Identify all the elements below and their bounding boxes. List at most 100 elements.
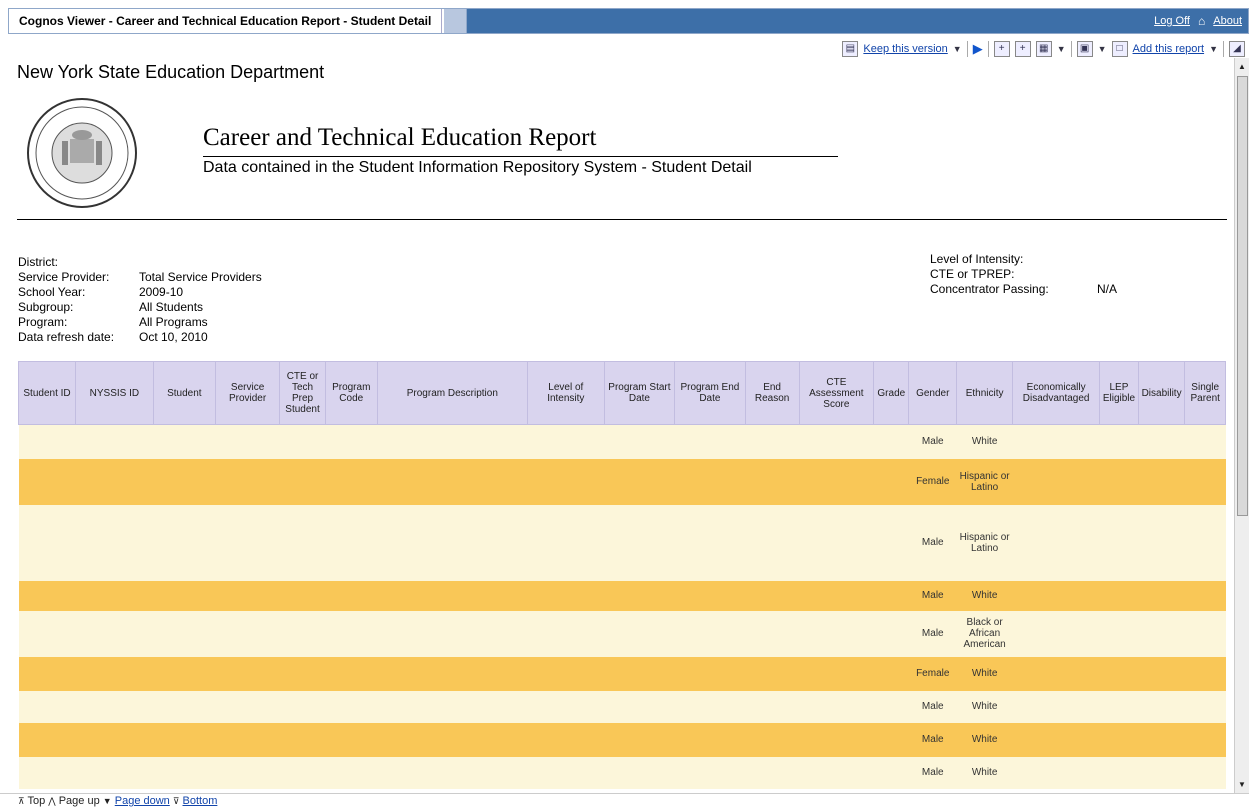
table-cell xyxy=(18,504,76,581)
table-cell xyxy=(325,424,378,459)
scroll-thumb[interactable] xyxy=(1237,76,1248,516)
table-cell xyxy=(18,424,76,459)
table-cell xyxy=(873,610,909,657)
logoff-link[interactable]: Log Off xyxy=(1154,15,1190,27)
drill-up-icon[interactable]: + xyxy=(1014,41,1031,57)
student-detail-table: Student ID NYSSIS ID Student Service Provid… xyxy=(17,361,1226,789)
table-cell xyxy=(325,656,378,691)
table-row: Male White xyxy=(18,756,1226,789)
table-cell xyxy=(799,656,874,691)
top-label: Top xyxy=(27,795,46,807)
table-cell xyxy=(279,580,326,611)
param-label: Level of Intensity: xyxy=(930,252,1024,266)
table-cell xyxy=(799,756,874,789)
table-header-row: Student ID NYSSIS ID Student Service Provid… xyxy=(17,361,1226,425)
table-cell xyxy=(1138,610,1185,657)
table-cell xyxy=(745,424,800,459)
table-cell xyxy=(1184,722,1226,757)
add-report-link[interactable]: Add this report xyxy=(1133,43,1205,55)
table-cell xyxy=(674,756,746,789)
table-cell xyxy=(873,458,909,505)
table-cell xyxy=(377,756,528,789)
table-row: Female Hispanic or Latino xyxy=(18,458,1226,505)
table-cell xyxy=(1138,504,1185,581)
title-rule xyxy=(203,156,838,157)
column-header: Service Provider xyxy=(214,361,281,425)
table-cell xyxy=(215,722,280,757)
table-cell xyxy=(75,458,154,505)
table-cell xyxy=(527,722,605,757)
table-cell xyxy=(153,504,216,581)
table-cell xyxy=(279,610,326,657)
table-cell xyxy=(604,656,675,691)
column-header: Level of Intensity xyxy=(526,361,605,425)
table-cell xyxy=(153,656,216,691)
table-cell xyxy=(377,580,528,611)
table-cell xyxy=(1099,722,1139,757)
table-cell xyxy=(1184,580,1226,611)
table-cell xyxy=(1099,580,1139,611)
table-cell xyxy=(75,580,154,611)
table-cell xyxy=(1012,504,1100,581)
keep-version-dropdown-icon[interactable]: ▼ xyxy=(953,44,962,54)
table-cell xyxy=(153,610,216,657)
page-up-icon: ⋀ xyxy=(48,796,56,806)
vertical-scrollbar[interactable]: ▲ ▼ xyxy=(1234,58,1249,794)
ethnicity-cell: White xyxy=(956,580,1013,611)
go-to-dropdown-icon[interactable]: ▼ xyxy=(1057,44,1066,54)
table-cell xyxy=(799,610,874,657)
table-cell xyxy=(674,722,746,757)
home-icon[interactable]: ⌂ xyxy=(1198,14,1205,28)
table-cell xyxy=(1012,458,1100,505)
table-cell xyxy=(1184,458,1226,505)
titlebar-links: Log Off ⌂ About xyxy=(467,9,1248,33)
table-cell xyxy=(153,722,216,757)
column-header: Program Code xyxy=(324,361,378,425)
table-cell xyxy=(1184,424,1226,459)
scroll-up-icon[interactable]: ▲ xyxy=(1235,60,1249,74)
ruler-icon[interactable]: ◢ xyxy=(1229,41,1245,57)
column-header: Economically Disadvantaged xyxy=(1012,361,1101,425)
run-icon[interactable]: ▶ xyxy=(973,41,983,57)
bottom-icon[interactable]: ⊽ xyxy=(173,796,180,806)
add-report-dropdown-icon[interactable]: ▼ xyxy=(1209,44,1218,54)
about-link[interactable]: About xyxy=(1213,15,1242,27)
keep-version-link[interactable]: Keep this version xyxy=(863,43,947,55)
view-format-dropdown-icon[interactable]: ▼ xyxy=(1098,44,1107,54)
table-cell xyxy=(1099,504,1139,581)
table-cell xyxy=(75,610,154,657)
table-cell xyxy=(18,458,76,505)
keep-version-icon[interactable]: ▤ xyxy=(842,41,859,57)
page-down-link[interactable]: Page down xyxy=(115,795,170,807)
column-header: CTE or Tech Prep Student xyxy=(279,361,326,425)
scroll-down-icon[interactable]: ▼ xyxy=(1235,778,1249,792)
view-format-icon[interactable]: ▣ xyxy=(1076,41,1093,57)
window-titlebar: Cognos Viewer - Career and Technical Edu… xyxy=(8,8,1249,34)
table-cell xyxy=(1012,722,1100,757)
table-cell xyxy=(1184,756,1226,789)
table-cell xyxy=(377,504,528,581)
table-cell xyxy=(799,690,874,723)
toolbar-separator xyxy=(1070,41,1072,57)
table-cell xyxy=(873,690,909,723)
table-cell xyxy=(279,458,326,505)
report-subtitle: Data contained in the Student Informatio… xyxy=(203,159,752,176)
drill-down-icon[interactable]: + xyxy=(993,41,1010,57)
ethnicity-cell: Hispanic or Latino xyxy=(956,504,1013,581)
table-cell xyxy=(279,690,326,723)
bottom-link[interactable]: Bottom xyxy=(183,795,218,807)
gender-cell: Male xyxy=(908,504,957,581)
add-report-icon[interactable]: □ xyxy=(1111,41,1128,57)
ethnicity-cell: White xyxy=(956,722,1013,757)
table-cell xyxy=(1012,756,1100,789)
table-cell xyxy=(527,580,605,611)
gender-cell: Female xyxy=(908,656,957,691)
table-cell xyxy=(279,756,326,789)
page-down-icon[interactable]: ▼ xyxy=(103,796,112,806)
go-to-icon[interactable]: ▦ xyxy=(1035,41,1052,57)
table-cell xyxy=(153,580,216,611)
table-cell xyxy=(325,690,378,723)
table-cell xyxy=(279,722,326,757)
table-cell xyxy=(745,756,800,789)
table-cell xyxy=(1138,580,1185,611)
